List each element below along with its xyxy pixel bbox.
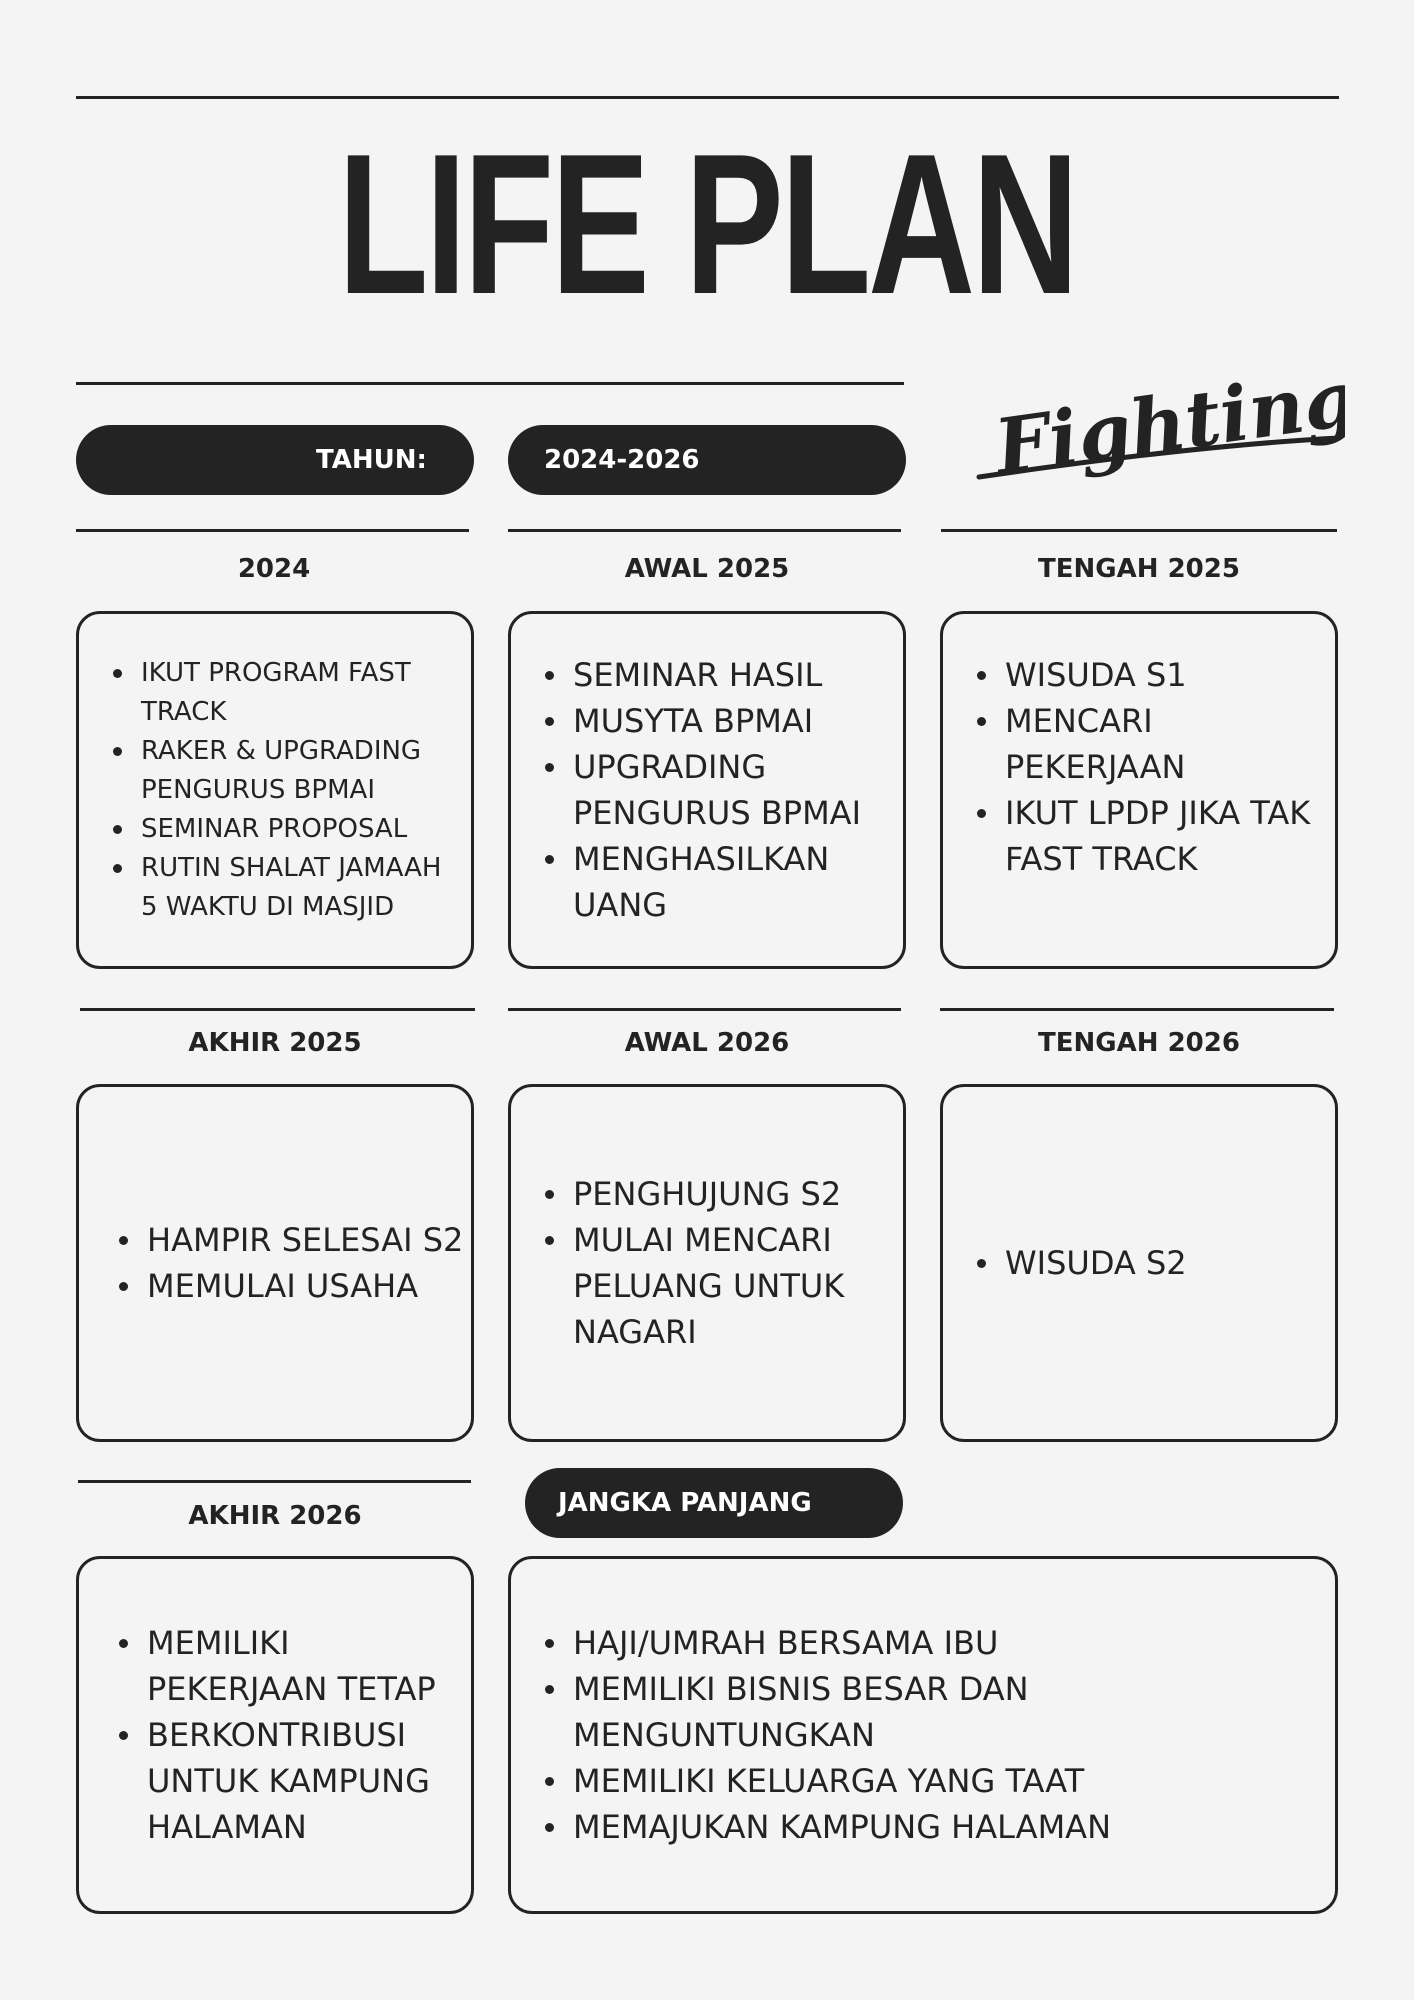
fighting-text: Fighting!	[988, 348, 1345, 485]
list-item: RUTIN SHALAT JAMAAH 5 WAKTU DI MASJID	[113, 849, 463, 927]
section-label-tengah-2026: TENGAH 2026	[1038, 1028, 1240, 1058]
section-rule-2024	[76, 529, 469, 532]
jangka-panjang-label: JANGKA PANJANG	[558, 1488, 812, 1518]
list-item: HAMPIR SELESAI S2	[119, 1217, 469, 1263]
year-label-pill: TAHUN:	[76, 425, 474, 495]
list-item: MEMILIKI PEKERJAAN TETAP	[119, 1620, 463, 1712]
section-box-2024: IKUT PROGRAM FAST TRACK RAKER & UPGRADIN…	[76, 611, 474, 969]
section-box-awal-2025: SEMINAR HASIL MUSYTA BPMAI UPGRADING PEN…	[508, 611, 906, 969]
section-rule-akhir-2026	[78, 1480, 471, 1483]
list-item: MEMILIKI KELUARGA YANG TAAT	[545, 1758, 1327, 1804]
fighting-tagline: Fighting!	[976, 348, 1345, 485]
list-item: SEMINAR PROPOSAL	[113, 810, 463, 849]
list-item: UPGRADING PENGURUS BPMAI	[545, 744, 895, 836]
list-item: MEMAJUKAN KAMPUNG HALAMAN	[545, 1804, 1327, 1850]
list-item: MENCARI PEKERJAAN	[977, 698, 1327, 790]
list-item: BERKONTRIBUSI UNTUK KAMPUNG HALAMAN	[119, 1712, 463, 1850]
section-rule-akhir-2025	[80, 1008, 475, 1011]
section-label-tengah-2025: TENGAH 2025	[1038, 554, 1240, 584]
section-label-awal-2025: AWAL 2025	[624, 554, 790, 584]
list-item: HAJI/UMRAH BERSAMA IBU	[545, 1620, 1327, 1666]
item-list-akhir-2026: MEMILIKI PEKERJAAN TETAP BERKONTRIBUSI U…	[79, 1620, 471, 1850]
item-list-tengah-2026: WISUDA S2	[943, 1240, 1335, 1286]
list-item: MULAI MENCARI PELUANG UNTUK NAGARI	[545, 1217, 895, 1355]
list-item: WISUDA S2	[977, 1240, 1327, 1286]
list-item: MEMILIKI BISNIS BESAR DAN MENGUNTUNGKAN	[545, 1666, 1327, 1758]
list-item: SEMINAR HASIL	[545, 652, 895, 698]
section-label-2024: 2024	[237, 554, 311, 584]
jangka-panjang-pill: JANGKA PANJANG	[525, 1468, 903, 1538]
page-title: LIFE PLAN	[337, 113, 1079, 336]
list-item: MEMULAI USAHA	[119, 1263, 469, 1309]
section-box-jangka-panjang: HAJI/UMRAH BERSAMA IBU MEMILIKI BISNIS B…	[508, 1556, 1338, 1914]
section-box-awal-2026: PENGHUJUNG S2 MULAI MENCARI PELUANG UNTU…	[508, 1084, 906, 1442]
section-rule-tengah-2025	[941, 529, 1337, 532]
list-item: MENGHASILKAN UANG	[545, 836, 895, 928]
section-rule-tengah-2026	[940, 1008, 1334, 1011]
item-list-awal-2025: SEMINAR HASIL MUSYTA BPMAI UPGRADING PEN…	[511, 652, 903, 928]
top-rule	[76, 96, 1339, 99]
item-list-2024: IKUT PROGRAM FAST TRACK RAKER & UPGRADIN…	[79, 654, 471, 927]
section-box-akhir-2026: MEMILIKI PEKERJAAN TETAP BERKONTRIBUSI U…	[76, 1556, 474, 1914]
list-item: WISUDA S1	[977, 652, 1327, 698]
list-item: IKUT PROGRAM FAST TRACK	[113, 654, 463, 732]
year-value-pill: 2024-2026	[508, 425, 906, 495]
section-box-tengah-2025: WISUDA S1 MENCARI PEKERJAAN IKUT LPDP JI…	[940, 611, 1338, 969]
item-list-jangka-panjang: HAJI/UMRAH BERSAMA IBU MEMILIKI BISNIS B…	[511, 1620, 1335, 1850]
list-item: IKUT LPDP JIKA TAK FAST TRACK	[977, 790, 1327, 882]
section-label-akhir-2025: AKHIR 2025	[188, 1028, 362, 1058]
item-list-tengah-2025: WISUDA S1 MENCARI PEKERJAAN IKUT LPDP JI…	[943, 652, 1335, 882]
list-item: PENGHUJUNG S2	[545, 1171, 895, 1217]
section-rule-awal-2025	[508, 529, 901, 532]
section-rule-awal-2026	[508, 1008, 901, 1011]
section-label-awal-2026: AWAL 2026	[624, 1028, 790, 1058]
list-item: MUSYTA BPMAI	[545, 698, 895, 744]
title-underline-rule	[76, 382, 904, 385]
section-box-akhir-2025: HAMPIR SELESAI S2 MEMULAI USAHA	[76, 1084, 474, 1442]
year-value: 2024-2026	[544, 445, 700, 475]
section-box-tengah-2026: WISUDA S2	[940, 1084, 1338, 1442]
section-label-akhir-2026: AKHIR 2026	[188, 1501, 362, 1531]
item-list-akhir-2025: HAMPIR SELESAI S2 MEMULAI USAHA	[79, 1217, 471, 1309]
item-list-awal-2026: PENGHUJUNG S2 MULAI MENCARI PELUANG UNTU…	[511, 1171, 903, 1355]
list-item: RAKER & UPGRADING PENGURUS BPMAI	[113, 732, 463, 810]
year-label: TAHUN:	[316, 445, 427, 475]
